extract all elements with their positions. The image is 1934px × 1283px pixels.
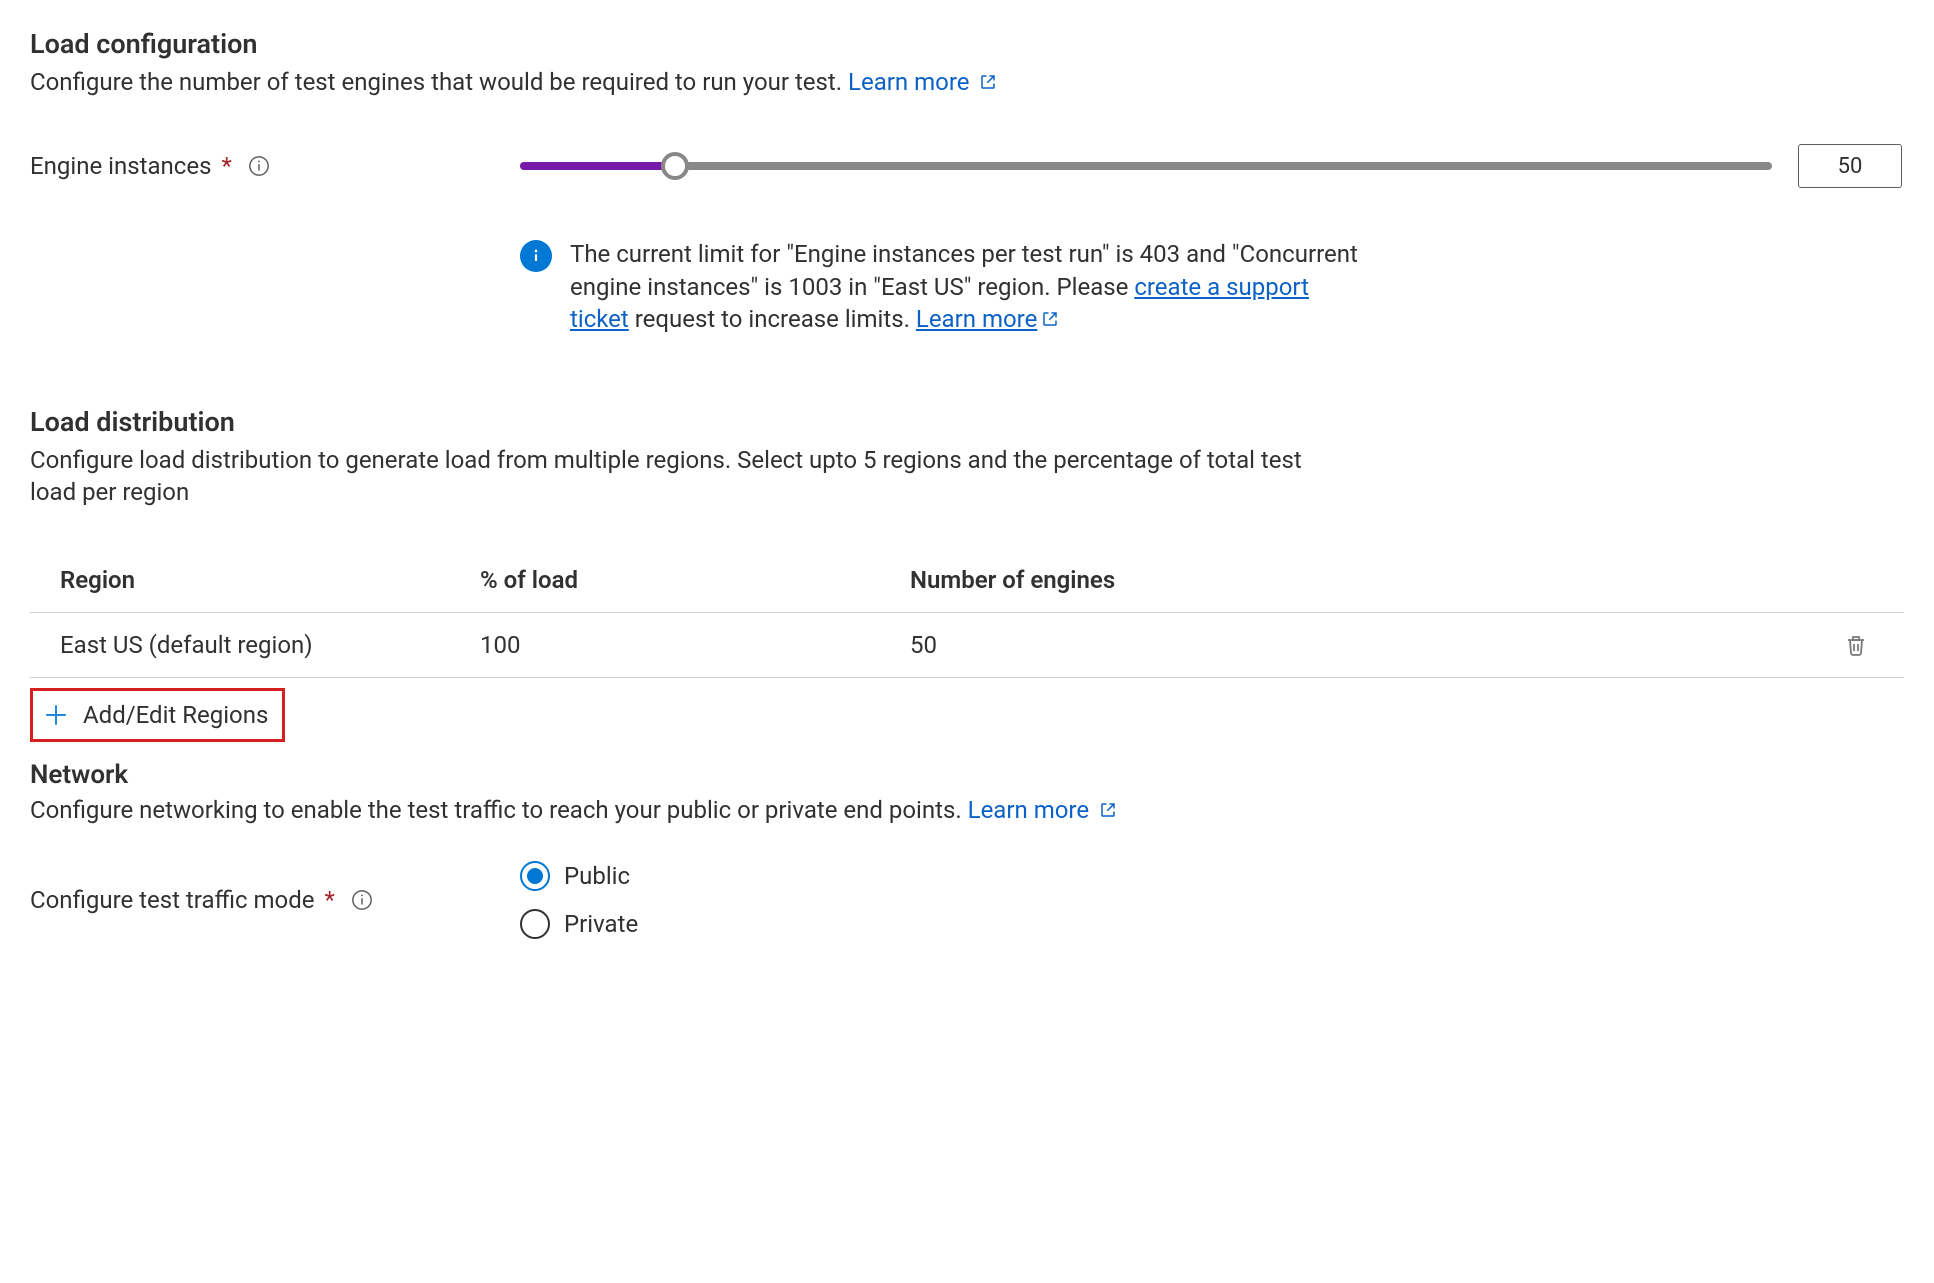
- radio-unchecked-icon: [520, 909, 550, 939]
- col-pct: % of load: [480, 566, 910, 594]
- plus-icon: [43, 702, 69, 728]
- trash-icon: [1844, 631, 1868, 659]
- load-config-learn-more-link[interactable]: Learn more: [848, 68, 997, 96]
- network-learn-more-label: Learn more: [968, 796, 1089, 824]
- learn-more-label: Learn more: [848, 68, 969, 96]
- engine-instances-label: Engine instances: [30, 152, 211, 180]
- traffic-mode-private-radio[interactable]: Private: [520, 909, 638, 939]
- load-config-desc-text: Configure the number of test engines tha…: [30, 68, 842, 96]
- load-config-desc: Configure the number of test engines tha…: [30, 66, 1330, 98]
- required-star-icon: *: [221, 152, 231, 180]
- info-icon[interactable]: [248, 155, 270, 177]
- col-region: Region: [60, 566, 480, 594]
- load-config-title: Load configuration: [30, 28, 1904, 60]
- network-desc: Configure networking to enable the test …: [30, 794, 1330, 826]
- delete-region-button[interactable]: [1844, 631, 1890, 659]
- network-learn-more-link[interactable]: Learn more: [968, 796, 1117, 824]
- engine-instances-slider[interactable]: [520, 151, 1772, 181]
- radio-private-label: Private: [564, 910, 638, 938]
- radio-public-label: Public: [564, 862, 630, 890]
- engine-limit-info: The current limit for "Engine instances …: [570, 238, 1360, 335]
- cell-region: East US (default region): [60, 631, 480, 659]
- info-badge-icon: [520, 240, 552, 272]
- col-engines: Number of engines: [910, 566, 1820, 594]
- table-row: East US (default region)10050: [30, 613, 1904, 678]
- traffic-mode-public-radio[interactable]: Public: [520, 861, 638, 891]
- engine-instances-input[interactable]: [1798, 144, 1902, 188]
- limits-learn-more-link[interactable]: Learn more: [916, 305, 1059, 333]
- external-link-icon: [1041, 310, 1059, 328]
- load-dist-title: Load distribution: [30, 406, 1904, 438]
- limits-learn-more-label: Learn more: [916, 305, 1037, 333]
- add-edit-regions-label: Add/Edit Regions: [83, 701, 268, 729]
- region-table: Region % of load Number of engines East …: [30, 548, 1904, 678]
- cell-pct: 100: [480, 631, 910, 659]
- info-text-b: request to increase limits.: [629, 305, 916, 333]
- add-edit-regions-button[interactable]: Add/Edit Regions: [30, 688, 285, 742]
- network-title: Network: [30, 760, 1904, 790]
- required-star-icon: *: [325, 886, 335, 914]
- network-desc-text: Configure networking to enable the test …: [30, 796, 962, 824]
- external-link-icon: [1099, 801, 1117, 819]
- table-header: Region % of load Number of engines: [30, 548, 1904, 613]
- radio-checked-icon: [520, 861, 550, 891]
- cell-engines: 50: [910, 631, 1820, 659]
- traffic-mode-label: Configure test traffic mode: [30, 886, 315, 914]
- info-icon[interactable]: [351, 889, 373, 911]
- external-link-icon: [979, 73, 997, 91]
- load-dist-desc: Configure load distribution to generate …: [30, 444, 1330, 509]
